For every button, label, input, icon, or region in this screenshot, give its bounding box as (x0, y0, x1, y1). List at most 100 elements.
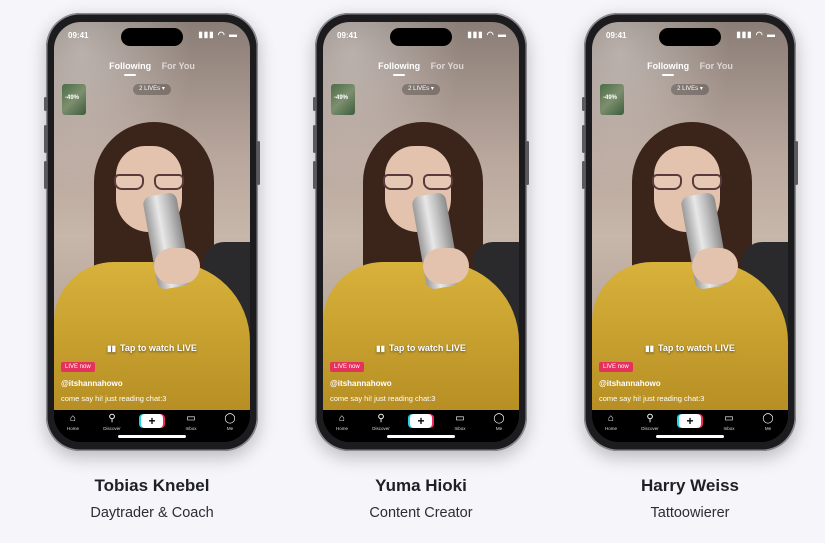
bottom-nav: ⌂ Home ⚲ Discover + ▭ Inbox ◯ Me (592, 410, 788, 442)
live-thumbnail[interactable]: -49% (600, 84, 624, 115)
home-icon: ⌂ (607, 413, 615, 424)
lives-dropdown[interactable]: 2 LIVEs ▾ (671, 84, 709, 95)
profile-icon: ◯ (762, 413, 774, 424)
create-button[interactable]: + (679, 414, 701, 428)
signal-icon: ▮▮▮ (467, 30, 484, 39)
profile-card: 09:41 ▮▮▮ ◠ ▬ Following For You -49% 2 L… (555, 0, 825, 543)
battery-icon: ▬ (767, 30, 776, 39)
wifi-icon: ◠ (755, 30, 764, 39)
status-time: 09:41 (606, 31, 627, 40)
battery-icon: ▬ (498, 30, 507, 39)
tab-for-you[interactable]: For You (431, 61, 464, 71)
profile-card: 09:41 ▮▮▮ ◠ ▬ Following For You -49% 2 L… (17, 0, 287, 543)
feed-tabs: Following For You (592, 61, 788, 76)
phone-mockup: 09:41 ▮▮▮ ◠ ▬ Following For You -49% 2 L… (313, 13, 529, 451)
tap-to-watch-label: Tap to watch LIVE (657, 343, 735, 353)
tab-following[interactable]: Following (647, 61, 689, 76)
live-now-badge: LIVE now (599, 362, 633, 372)
signal-icon: ▮▮▮ (736, 30, 753, 39)
status-time: 09:41 (68, 31, 89, 40)
person-role: Content Creator (369, 505, 473, 521)
nav-me[interactable]: ◯ Me (215, 413, 245, 431)
phone-mockup: 09:41 ▮▮▮ ◠ ▬ Following For You -49% 2 L… (582, 13, 798, 451)
volume-up-button (313, 125, 316, 153)
dynamic-island (121, 28, 183, 46)
inbox-icon: ▭ (724, 413, 734, 424)
phone-screen[interactable]: 09:41 ▮▮▮ ◠ ▬ Following For You -49% 2 L… (54, 22, 250, 442)
creator-username[interactable]: @itshannahowo (61, 379, 123, 388)
nav-discover[interactable]: ⚲ Discover (97, 413, 127, 431)
glasses (381, 174, 455, 190)
person-role: Daytrader & Coach (90, 505, 214, 521)
phone-screen[interactable]: 09:41 ▮▮▮ ◠ ▬ Following For You -49% 2 L… (323, 22, 519, 442)
power-button (257, 141, 260, 185)
nav-home[interactable]: ⌂ Home (58, 413, 88, 431)
tap-to-watch-live[interactable]: ▮▮ Tap to watch LIVE (592, 343, 788, 353)
home-icon: ⌂ (338, 413, 346, 424)
search-icon: ⚲ (377, 413, 385, 424)
profile-icon: ◯ (493, 413, 505, 424)
live-caption: come say hi! just reading chat:3 (330, 394, 436, 403)
home-icon: ⌂ (69, 413, 77, 424)
tap-to-watch-live[interactable]: ▮▮ Tap to watch LIVE (54, 343, 250, 353)
nav-inbox[interactable]: ▭ Inbox (714, 413, 744, 431)
inbox-icon: ▭ (186, 413, 196, 424)
feed-tabs: Following For You (54, 61, 250, 76)
phone-screen[interactable]: 09:41 ▮▮▮ ◠ ▬ Following For You -49% 2 L… (592, 22, 788, 442)
live-bars-icon: ▮▮ (376, 344, 385, 353)
power-button (795, 141, 798, 185)
creator-username[interactable]: @itshannahowo (599, 379, 661, 388)
action-button (313, 97, 316, 111)
status-bar: 09:41 ▮▮▮ ◠ ▬ (54, 22, 250, 46)
create-button[interactable]: + (141, 414, 163, 428)
tab-for-you[interactable]: For You (162, 61, 195, 71)
profile-card: 09:41 ▮▮▮ ◠ ▬ Following For You -49% 2 L… (286, 0, 556, 543)
wifi-icon: ◠ (217, 30, 226, 39)
person-name: Tobias Knebel (94, 476, 210, 495)
home-indicator (387, 435, 455, 438)
tap-to-watch-live[interactable]: ▮▮ Tap to watch LIVE (323, 343, 519, 353)
glasses (650, 174, 724, 190)
lives-dropdown[interactable]: 2 LIVEs ▾ (402, 84, 440, 95)
create-button[interactable]: + (410, 414, 432, 428)
volume-down-button (44, 161, 47, 189)
tap-to-watch-label: Tap to watch LIVE (119, 343, 197, 353)
battery-icon: ▬ (229, 30, 238, 39)
volume-up-button (582, 125, 585, 153)
status-bar: 09:41 ▮▮▮ ◠ ▬ (592, 22, 788, 46)
live-thumbnail[interactable]: -49% (331, 84, 355, 115)
nav-me[interactable]: ◯ Me (484, 413, 514, 431)
creator-username[interactable]: @itshannahowo (330, 379, 392, 388)
live-now-badge: LIVE now (61, 362, 95, 372)
nav-inbox[interactable]: ▭ Inbox (176, 413, 206, 431)
profile-icon: ◯ (224, 413, 236, 424)
nav-discover[interactable]: ⚲ Discover (635, 413, 665, 431)
tap-to-watch-label: Tap to watch LIVE (388, 343, 466, 353)
tab-for-you[interactable]: For You (700, 61, 733, 71)
signal-icon: ▮▮▮ (198, 30, 215, 39)
person-role: Tattoowierer (650, 505, 730, 521)
volume-down-button (582, 161, 585, 189)
search-icon: ⚲ (646, 413, 654, 424)
nav-discover[interactable]: ⚲ Discover (366, 413, 396, 431)
thumbnail-badge: -49% (65, 95, 80, 101)
live-thumbnail[interactable]: -49% (62, 84, 86, 115)
tab-following[interactable]: Following (109, 61, 151, 76)
wifi-icon: ◠ (486, 30, 495, 39)
nav-me[interactable]: ◯ Me (753, 413, 783, 431)
tab-following[interactable]: Following (378, 61, 420, 76)
home-indicator (656, 435, 724, 438)
lives-dropdown[interactable]: 2 LIVEs ▾ (133, 84, 171, 95)
live-caption: come say hi! just reading chat:3 (61, 394, 167, 403)
live-caption: come say hi! just reading chat:3 (599, 394, 705, 403)
nav-home[interactable]: ⌂ Home (327, 413, 357, 431)
glasses (112, 174, 186, 190)
feed-tabs: Following For You (323, 61, 519, 76)
bottom-nav: ⌂ Home ⚲ Discover + ▭ Inbox ◯ Me (54, 410, 250, 442)
home-indicator (118, 435, 186, 438)
nav-inbox[interactable]: ▭ Inbox (445, 413, 475, 431)
status-bar: 09:41 ▮▮▮ ◠ ▬ (323, 22, 519, 46)
nav-home[interactable]: ⌂ Home (596, 413, 626, 431)
action-button (582, 97, 585, 111)
status-time: 09:41 (337, 31, 358, 40)
